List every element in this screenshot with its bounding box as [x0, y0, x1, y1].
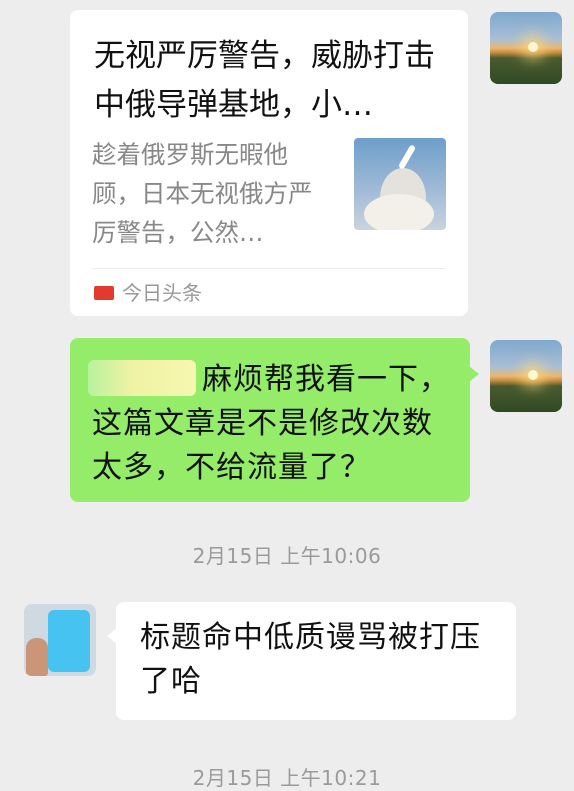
- sun-graphic: [528, 42, 538, 52]
- timestamp: 2月15日 上午10:06: [192, 544, 382, 568]
- card-divider: [92, 268, 446, 269]
- timestamp: 2月15日 上午10:21: [192, 766, 382, 790]
- avatar-blur: [48, 610, 90, 672]
- smoke-graphic-base: [364, 194, 434, 230]
- avatar-figure: [26, 638, 48, 676]
- article-description: 趁着俄罗斯无暇他顾，日本无视俄方严厉警告，公然…: [92, 140, 313, 247]
- message-text: 麻烦帮我看一下，这篇文章是不是修改次数太多，不给流量了？: [92, 362, 450, 485]
- toutiao-logo-icon: [94, 286, 114, 300]
- missile-icon: [397, 144, 417, 170]
- article-thumbnail: [354, 138, 446, 230]
- message-bubble-self[interactable]: 麻烦帮我看一下，这篇文章是不是修改次数太多，不给流量了？: [70, 338, 479, 502]
- sun-graphic: [528, 370, 538, 380]
- article-title: 无视严厉警告，威胁打击中俄导弹基地，小…: [94, 38, 435, 123]
- message-bubble-other[interactable]: 标题命中低质谩骂被打压了哈: [107, 602, 516, 720]
- self-avatar[interactable]: [490, 340, 562, 412]
- contact-avatar[interactable]: [24, 604, 96, 676]
- shared-article-card[interactable]: 无视严厉警告，威胁打击中俄导弹基地，小… 趁着俄罗斯无暇他顾，日本无视俄方严厉警…: [70, 10, 468, 316]
- message-text: 标题命中低质谩骂被打压了哈: [140, 620, 481, 699]
- self-avatar[interactable]: [490, 12, 562, 84]
- article-source: 今日头条: [122, 281, 202, 305]
